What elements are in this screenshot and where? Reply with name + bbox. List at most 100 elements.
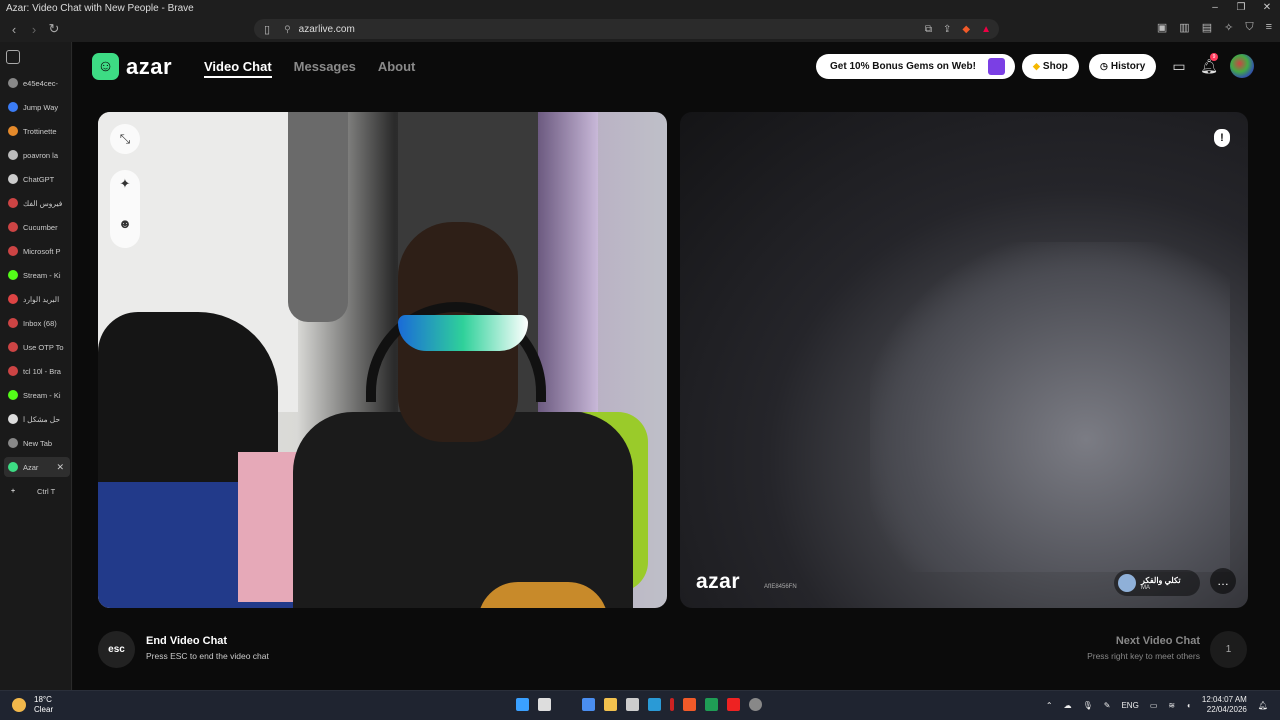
sidebar-tab[interactable]: Stream - Ki: [4, 385, 70, 405]
sidebar-tab[interactable]: Stream - Ki: [4, 265, 70, 285]
sidebar-tab-label: poavron la: [23, 150, 59, 160]
maximize-button[interactable]: ❐: [1228, 0, 1254, 16]
sidebar-tab[interactable]: حل مشكل ا: [4, 409, 70, 429]
microphone-icon[interactable]: 🎙︎: [1083, 701, 1093, 710]
sidebar-tab[interactable]: فيروس الفك: [4, 193, 70, 213]
sidebar-tab[interactable]: Trottinette: [4, 121, 70, 141]
onedrive-icon[interactable]: ☁: [1064, 701, 1072, 710]
brave-shields-icon[interactable]: ◆: [962, 24, 970, 35]
back-icon[interactable]: ‹: [4, 19, 24, 39]
weather-widget[interactable]: 18°C Clear: [12, 695, 53, 715]
close-tab-icon[interactable]: ✕: [56, 462, 64, 473]
clock[interactable]: 12:04:07 AM 22/04/2026: [1202, 695, 1247, 715]
next-chat-key-button[interactable]: 1: [1210, 631, 1247, 668]
sidebar-tab-label: حل مشكل ا: [23, 414, 61, 424]
taskbar-apps: [516, 698, 762, 711]
sidebar-tab[interactable]: poavron la: [4, 145, 70, 165]
file-explorer-icon[interactable]: [604, 698, 617, 711]
sidebar-tab[interactable]: Inbox (68): [4, 313, 70, 333]
notifications-icon[interactable]: 🔔︎: [1258, 701, 1268, 710]
sidebar-tab[interactable]: e45e4cec-: [4, 73, 70, 93]
shop-button[interactable]: ◆ Shop: [1022, 54, 1079, 79]
end-chat-esc-button[interactable]: esc: [98, 631, 135, 668]
shrink-video-button[interactable]: ⤡: [110, 124, 140, 154]
tab-favicon-icon: [8, 270, 18, 280]
extensions-icon[interactable]: ✧: [1224, 21, 1233, 34]
youtube-icon[interactable]: [727, 698, 740, 711]
profile-avatar[interactable]: [1230, 54, 1254, 78]
brave-rewards-icon[interactable]: ▲: [981, 24, 991, 35]
settings-gear-icon[interactable]: [749, 698, 762, 711]
start-icon[interactable]: [516, 698, 529, 711]
sidebar-tab[interactable]: New Tab: [4, 433, 70, 453]
sidebar-tab[interactable]: البريد الوارد: [4, 289, 70, 309]
brave-taskbar-icon[interactable]: [683, 698, 696, 711]
tab-favicon-icon: [8, 390, 18, 400]
bookmark-icon[interactable]: ▯: [264, 23, 270, 36]
menu-icon[interactable]: ≡: [1266, 21, 1272, 34]
next-video-chat-title[interactable]: Next Video Chat: [1116, 635, 1200, 647]
sidebar-tab[interactable]: Use OTP To: [4, 337, 70, 357]
nav-video-chat[interactable]: Video Chat: [204, 59, 272, 78]
sidebar-tab[interactable]: ChatGPT: [4, 169, 70, 189]
chat-bubble-icon[interactable]: …: [1210, 568, 1236, 594]
remote-user-badge[interactable]: تكلي والفكر MA: [1114, 570, 1200, 596]
temperature: 18°C: [34, 695, 52, 704]
nav-about[interactable]: About: [378, 59, 416, 78]
widgets-icon[interactable]: [560, 698, 573, 711]
leo-icon[interactable]: ▣: [1157, 21, 1167, 34]
end-video-chat-title[interactable]: End Video Chat: [146, 635, 227, 647]
sidebar-tab[interactable]: tcl 10l - Bra: [4, 361, 70, 381]
open-external-icon[interactable]: ⧉: [925, 24, 932, 35]
address-bar[interactable]: ▯ ⚲ azarlive.com ⧉ ⇪ ◆ ▲: [254, 19, 999, 39]
azar-logo-icon: ☺: [92, 53, 119, 80]
inbox-icon[interactable]: ▭: [1170, 57, 1188, 75]
volume-icon[interactable]: ◖: [1186, 701, 1191, 710]
sidebar-tab-label: Stream - Ki: [23, 390, 61, 400]
sidebar-tab-label: e45e4cec-: [23, 78, 59, 88]
new-tab-button[interactable]: + Ctrl T: [4, 481, 70, 501]
sidebar-tab[interactable]: Jump Way: [4, 97, 70, 117]
excel-icon[interactable]: [705, 698, 718, 711]
vpn-icon[interactable]: ⛉: [1245, 21, 1253, 34]
task-view-icon[interactable]: [538, 698, 551, 711]
promo-label: Get 10% Bonus Gems on Web!: [830, 61, 976, 72]
wifi-icon[interactable]: ≋: [1168, 701, 1175, 710]
url-text[interactable]: azarlive.com: [299, 24, 355, 35]
azar-logo[interactable]: ☺ azar: [92, 53, 172, 80]
display-icon[interactable]: ▭: [1150, 701, 1158, 710]
share-icon[interactable]: ⇪: [943, 24, 951, 35]
gift-icon: [988, 58, 1005, 75]
bonus-gems-promo-button[interactable]: Get 10% Bonus Gems on Web!: [816, 54, 1015, 79]
sticker-icon[interactable]: ☻: [110, 216, 140, 231]
wallet-icon[interactable]: ▤: [1202, 21, 1212, 34]
shop-label: Shop: [1042, 61, 1068, 72]
red-app-icon[interactable]: [670, 698, 674, 711]
tab-panel-toggle-icon[interactable]: [6, 50, 20, 64]
minimize-button[interactable]: –: [1202, 0, 1228, 16]
magic-wand-icon[interactable]: ✦: [110, 176, 140, 192]
sidebar-toggle-icon[interactable]: ▥: [1179, 21, 1189, 34]
language-indicator[interactable]: ENG: [1121, 701, 1138, 710]
site-info-icon[interactable]: ⚲: [284, 24, 291, 35]
nav-messages[interactable]: Messages: [294, 59, 356, 78]
sidebar-tab[interactable]: Cucumber: [4, 217, 70, 237]
forward-icon[interactable]: ›: [24, 19, 44, 39]
tray-chevron-icon[interactable]: ⌃: [1046, 701, 1053, 710]
remote-shirt: [870, 242, 1230, 572]
windows-taskbar: 18°C Clear ⌃ ☁ 🎙︎ ✎ ENG ▭ ≋ ◖ 12:04:07 A…: [0, 690, 1280, 720]
pen-icon[interactable]: ✎: [1104, 701, 1111, 710]
history-button[interactable]: ◷ History: [1089, 54, 1157, 79]
close-window-button[interactable]: ✕: [1254, 0, 1280, 16]
tab-favicon-icon: [8, 150, 18, 160]
sidebar-tab[interactable]: Azar ✕: [4, 457, 70, 477]
calculator-icon[interactable]: [626, 698, 639, 711]
window-title: Azar: Video Chat with New People - Brave: [6, 2, 194, 14]
sidebar-tab[interactable]: Microsoft P: [4, 241, 70, 261]
reload-icon[interactable]: ↻: [44, 19, 64, 39]
weather-condition: Clear: [34, 705, 54, 714]
edge-icon[interactable]: [648, 698, 661, 711]
store-icon[interactable]: [582, 698, 595, 711]
sunglasses: [398, 315, 528, 351]
report-button[interactable]: !: [1214, 129, 1230, 147]
